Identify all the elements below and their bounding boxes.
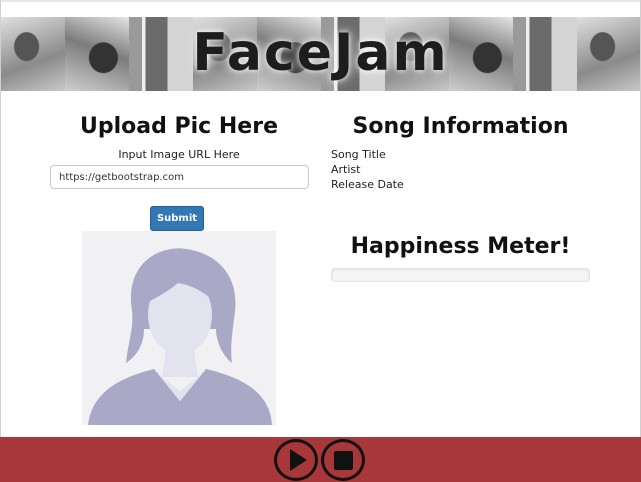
stop-button[interactable] (321, 439, 365, 481)
release-date-label: Release Date (331, 178, 404, 191)
song-title-label: Song Title (331, 148, 386, 161)
play-button[interactable] (274, 439, 318, 481)
happiness-meter-bar (331, 268, 590, 282)
stop-icon (333, 450, 353, 470)
happiness-meter-heading: Happiness Meter! (350, 234, 571, 259)
submit-button[interactable]: Submit (150, 206, 204, 231)
play-icon (290, 449, 307, 471)
upload-heading: Upload Pic Here (80, 114, 278, 139)
header-banner: FaceJam (1, 17, 640, 91)
person-silhouette-icon (88, 248, 272, 425)
artist-label: Artist (331, 163, 361, 176)
window-top-border (0, 0, 641, 2)
song-information-heading: Song Information (352, 114, 569, 139)
avatar-placeholder-image (82, 231, 276, 425)
app-title: FaceJam (192, 23, 449, 83)
player-footer (0, 437, 641, 482)
image-url-input[interactable] (50, 165, 309, 189)
image-url-label: Input Image URL Here (118, 148, 240, 161)
